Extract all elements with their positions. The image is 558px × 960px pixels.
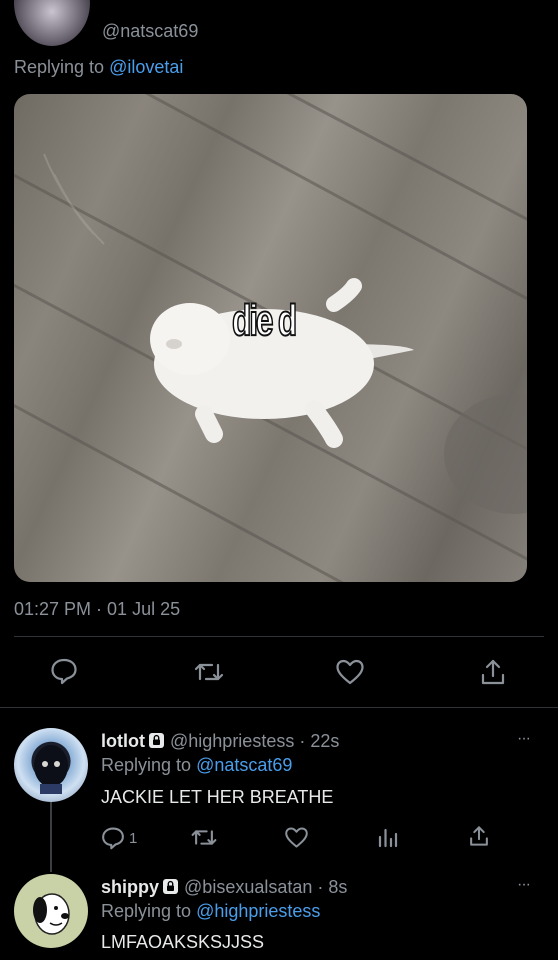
reply-icon[interactable] (101, 826, 125, 850)
media-caption: die d (231, 296, 298, 345)
tweet-media[interactable]: die d (14, 94, 527, 582)
reply-avatar-shippy[interactable] (14, 874, 88, 948)
reply-more-button[interactable]: ··· (517, 876, 531, 894)
retweet-icon[interactable] (193, 659, 225, 685)
reply-more-button[interactable]: ··· (517, 730, 531, 748)
replying-to-line: Replying to @ilovetai (14, 57, 183, 78)
lock-icon (148, 732, 165, 749)
share-icon[interactable] (479, 657, 507, 687)
reply-replying-line: Replying to @highpriestess (101, 901, 320, 922)
replying-to-label: Replying to (101, 901, 192, 921)
reply-count: 1 (129, 830, 138, 847)
like-icon[interactable] (284, 826, 309, 849)
reply-time: · 8s (317, 877, 348, 897)
snoopy-icon (33, 893, 70, 935)
thread-connector (50, 802, 52, 872)
like-icon[interactable] (335, 658, 365, 686)
author-handle[interactable]: @natscat69 (102, 21, 198, 42)
replying-to-label: Replying to (14, 57, 105, 77)
replying-to-label: Replying to (101, 755, 192, 775)
replying-to-handle[interactable]: @highpriestess (196, 901, 320, 921)
lock-icon (162, 878, 179, 895)
analytics-icon[interactable] (377, 826, 399, 848)
reply-replying-line: Replying to @natscat69 (101, 755, 292, 776)
reply-text: JACKIE LET HER BREATHE (101, 787, 334, 807)
reply-handle[interactable]: @bisexualsatan (184, 877, 312, 897)
reply-avatar-lotlot[interactable] (14, 728, 88, 802)
reply-icon[interactable] (50, 657, 78, 685)
reply-handle[interactable]: @highpriestess (170, 731, 294, 751)
reply-time: · 22s (299, 731, 340, 751)
replying-to-handle[interactable]: @ilovetai (109, 57, 183, 77)
author-avatar[interactable] (14, 0, 90, 46)
timestamp-divider (14, 636, 544, 637)
helmet-figure-icon (34, 745, 68, 794)
share-icon[interactable] (468, 824, 490, 848)
reply-header-shippy: shippy @bisexualsatan · 8s (101, 877, 347, 898)
action-bar-divider (0, 707, 558, 708)
reply-display-name[interactable]: lotlot (101, 731, 145, 751)
reply-header-lotlot: lotlot @highpriestess · 22s (101, 731, 339, 752)
retweet-icon[interactable] (190, 826, 218, 849)
replying-to-handle[interactable]: @natscat69 (196, 755, 292, 775)
tweet-timestamp: 01:27 PM · 01 Jul 25 (14, 599, 181, 619)
reply-display-name[interactable]: shippy (101, 877, 159, 897)
reply-text: LMFAOAKSKSJJSS (101, 932, 265, 952)
